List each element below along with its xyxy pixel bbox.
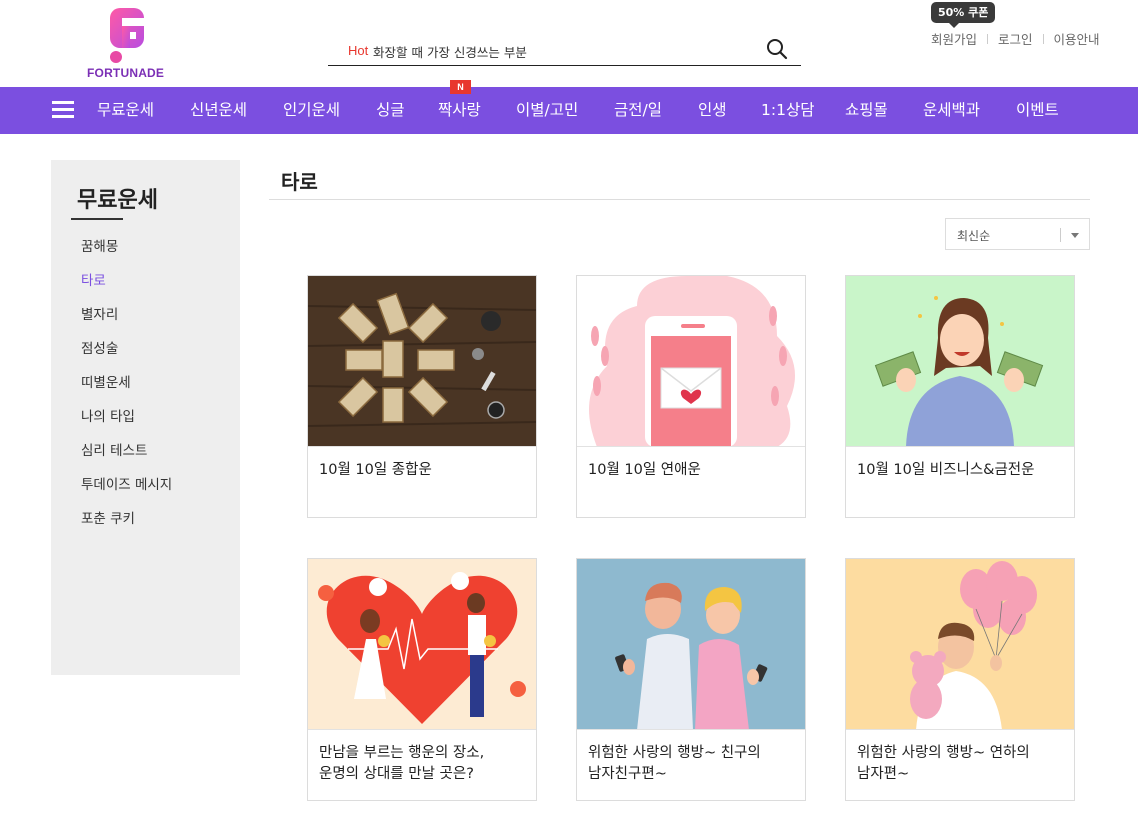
nav-item-popular[interactable]: 인기운세 xyxy=(283,87,340,134)
sidebar-item: 타로 xyxy=(81,272,172,306)
guide-link[interactable]: 이용안내 xyxy=(1054,29,1100,48)
sidebar-item: 포춘 쿠키 xyxy=(81,510,172,544)
sidebar-item-my-type[interactable]: 나의 타입 xyxy=(81,409,135,425)
content-card[interactable]: 위험한 사랑의 행방~ 연하의 남자편~ xyxy=(845,558,1075,801)
content-card[interactable]: 10월 10일 비즈니스&금전운 xyxy=(845,275,1075,518)
hot-label: Hot xyxy=(348,43,369,58)
login-link[interactable]: 로그인 xyxy=(998,29,1033,48)
card-title: 위험한 사랑의 행방~ 친구의 남자친구편~ xyxy=(588,745,761,782)
sidebar-title: 무료운세 xyxy=(77,188,158,213)
card-thumbnail xyxy=(577,559,805,730)
card-thumbnail xyxy=(577,276,805,447)
sidebar-item-zodiac[interactable]: 별자리 xyxy=(81,307,118,323)
card-title: 10월 10일 종합운 xyxy=(319,462,432,478)
nav-item-new-year[interactable]: 신년운세 xyxy=(190,87,247,134)
card-thumbnail xyxy=(846,276,1074,447)
phone-love-letter-image xyxy=(577,276,805,446)
card-thumbnail xyxy=(846,559,1074,730)
couple-phones-image xyxy=(577,559,805,729)
sidebar-list: 꿈해몽 타로 별자리 점성술 띠별운세 나의 타입 심리 테스트 투데이즈 메시… xyxy=(81,238,172,544)
nav-item-single[interactable]: 싱글 xyxy=(376,87,405,134)
card-thumbnail xyxy=(308,559,536,730)
page-title: 타로 xyxy=(281,170,318,194)
nav-item-encyclopedia[interactable]: 운세백과 xyxy=(923,87,980,134)
sidebar-item: 나의 타입 xyxy=(81,408,172,442)
nav-item-crush[interactable]: 짝사랑 xyxy=(438,87,481,134)
logo[interactable]: FORTUNADE xyxy=(84,6,168,82)
sort-selected-value: 최신순 xyxy=(957,229,991,243)
content-card[interactable]: 위험한 사랑의 행방~ 친구의 남자친구편~ xyxy=(576,558,806,801)
sidebar-item-todays-message[interactable]: 투데이즈 메시지 xyxy=(81,477,172,493)
nav-item-consult[interactable]: 1:1상담 xyxy=(761,87,814,134)
sidebar-item-psych-test[interactable]: 심리 테스트 xyxy=(81,443,147,459)
divider xyxy=(987,33,989,44)
divider xyxy=(269,199,1090,200)
search-icon xyxy=(767,39,788,60)
nav-item-event[interactable]: 이벤트 xyxy=(1016,87,1059,134)
sidebar-item: 별자리 xyxy=(81,306,172,340)
woman-holding-money-image xyxy=(846,276,1074,446)
search-bar: Hot xyxy=(328,36,801,66)
sidebar-item-dream[interactable]: 꿈해몽 xyxy=(81,239,118,255)
nav-item-breakup[interactable]: 이별/고민 xyxy=(516,87,578,134)
sidebar-item: 띠별운세 xyxy=(81,374,172,408)
sidebar-item-fortune-cookie[interactable]: 포춘 쿠키 xyxy=(81,511,135,527)
nav-item-life[interactable]: 인생 xyxy=(698,87,727,134)
card-title: 만남을 부르는 행운의 장소, 운명의 상대를 만날 곳은? xyxy=(319,745,485,782)
divider xyxy=(1042,33,1044,44)
sidebar-title-underline xyxy=(71,218,123,220)
nav-item-free-fortune[interactable]: 무료운세 xyxy=(97,87,154,134)
content-card[interactable]: 10월 10일 연애운 xyxy=(576,275,806,518)
sidebar-item-chinese-zodiac[interactable]: 띠별운세 xyxy=(81,375,131,391)
card-title: 10월 10일 비즈니스&금전운 xyxy=(857,462,1035,478)
sidebar-item-tarot[interactable]: 타로 xyxy=(81,273,106,289)
main-nav: 무료운세 신년운세 인기운세 싱글 짝사랑 이별/고민 금전/일 인생 1:1상… xyxy=(0,87,1138,134)
logo-mark-icon xyxy=(110,8,144,63)
search-input[interactable] xyxy=(373,40,753,62)
card-title: 10월 10일 연애운 xyxy=(588,462,701,478)
header: FORTUNADE Hot 50% 쿠폰 회원가입 로그인 이용안내 xyxy=(0,0,1138,87)
sidebar-item: 꿈해몽 xyxy=(81,238,172,272)
content-card[interactable]: 만남을 부르는 행운의 장소, 운명의 상대를 만날 곳은? xyxy=(307,558,537,801)
couple-heart-image xyxy=(308,559,536,729)
chevron-down-icon xyxy=(1071,233,1079,238)
man-balloons-image xyxy=(846,559,1074,729)
card-title: 위험한 사랑의 행방~ 연하의 남자편~ xyxy=(857,745,1030,782)
hamburger-icon[interactable] xyxy=(52,101,74,119)
card-thumbnail xyxy=(308,276,536,447)
sidebar: 무료운세 꿈해몽 타로 별자리 점성술 띠별운세 나의 타입 심리 테스트 투데… xyxy=(51,160,240,675)
search-button[interactable] xyxy=(765,38,789,62)
sidebar-item: 점성술 xyxy=(81,340,172,374)
nav-item-shop[interactable]: 쇼핑몰 xyxy=(845,87,888,134)
new-badge: N xyxy=(450,80,471,94)
tarot-cards-image xyxy=(308,276,536,446)
signup-link[interactable]: 회원가입 xyxy=(931,29,977,48)
sort-select[interactable]: 최신순 xyxy=(945,218,1090,250)
nav-item-money[interactable]: 금전/일 xyxy=(614,87,662,134)
content-card[interactable]: 10월 10일 종합운 xyxy=(307,275,537,518)
sidebar-item: 투데이즈 메시지 xyxy=(81,476,172,510)
logo-text: FORTUNADE xyxy=(87,66,165,80)
utility-links: 회원가입 로그인 이용안내 xyxy=(931,29,1100,48)
sidebar-item: 심리 테스트 xyxy=(81,442,172,476)
divider xyxy=(1060,228,1061,242)
sidebar-item-astrology[interactable]: 점성술 xyxy=(81,341,118,357)
coupon-badge[interactable]: 50% 쿠폰 xyxy=(931,2,996,28)
